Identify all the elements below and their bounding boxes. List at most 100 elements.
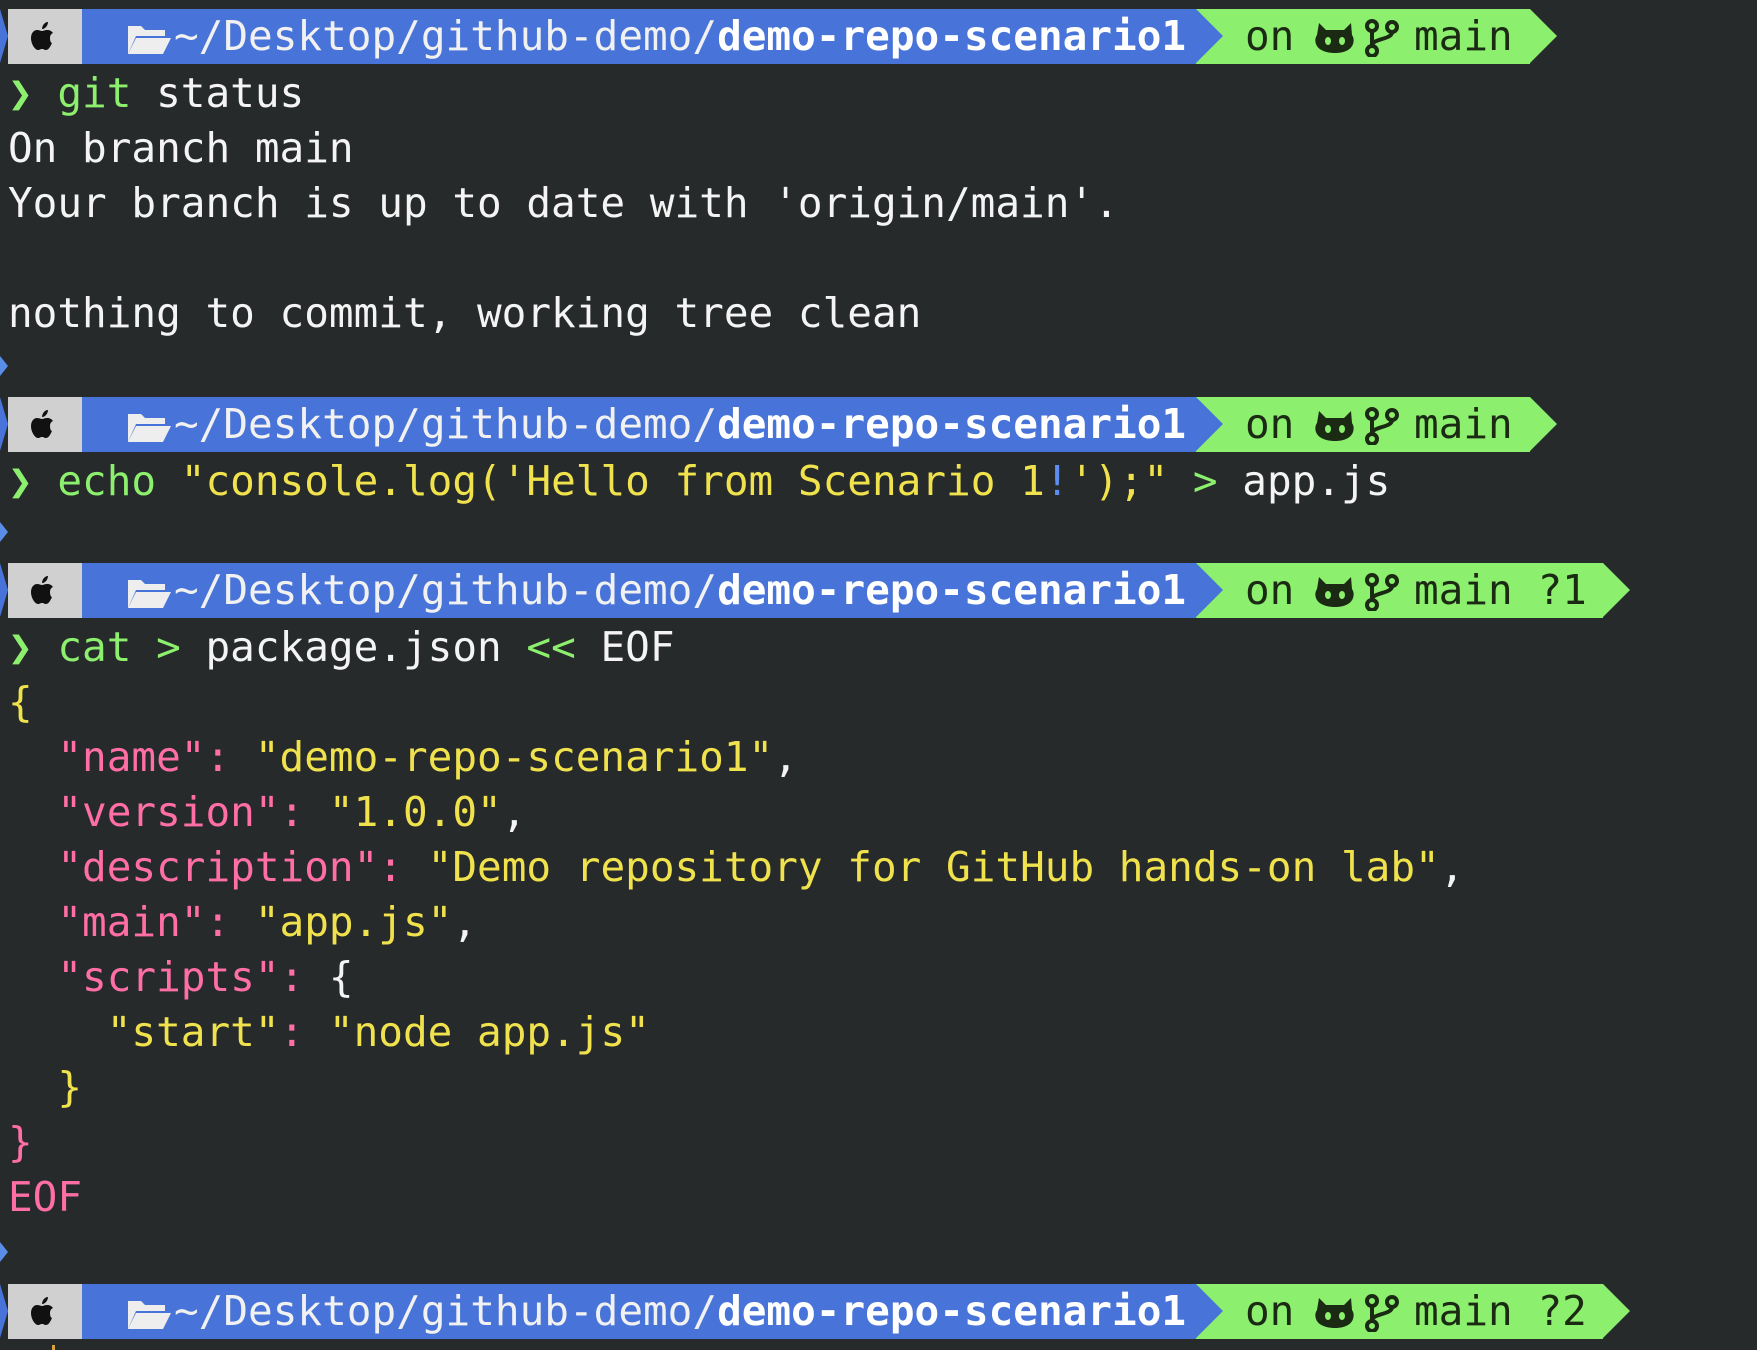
target-file: package.json [180, 623, 502, 671]
prompt-bar: ~/Desktop/github-demo/demo-repo-scenario… [0, 1284, 1757, 1339]
heredoc-line: "version": "1.0.0", [57, 788, 527, 836]
heredoc-line: "name": "demo-repo-scenario1", [57, 733, 798, 781]
directory-path: ~/Desktop/github-demo/demo-repo-scenario… [174, 1284, 1186, 1339]
heredoc-operator: << [501, 623, 576, 671]
directory-prefix: ~/Desktop/github-demo/ [174, 12, 718, 60]
github-cat-icon [1315, 1298, 1354, 1328]
json-value: "Demo repository for GitHub hands-on lab… [427, 843, 1440, 891]
prompt-chevron: ❯ [8, 457, 33, 505]
apple-icon [31, 576, 53, 604]
directory-segment-tip [1196, 563, 1223, 617]
terminal-cursor[interactable] [52, 1345, 55, 1350]
output-line: On branch main [8, 124, 354, 172]
apple-icon [31, 1297, 53, 1325]
directory-path: ~/Desktop/github-demo/demo-repo-scenario… [174, 397, 1186, 452]
command-string-bang: ! [1044, 457, 1070, 505]
prompt-bar: ~/Desktop/github-demo/demo-repo-scenario… [0, 397, 1757, 452]
heredoc-delimiter: EOF [8, 1173, 83, 1221]
heredoc-line: { [8, 675, 33, 730]
folder-open-icon [128, 1301, 171, 1329]
redirect-operator: > [131, 623, 181, 671]
json-key: "version" [57, 788, 280, 836]
git-segment-tip [1530, 9, 1557, 63]
git-branch-icon [1365, 573, 1399, 611]
heredoc-line: "scripts": { [57, 953, 354, 1001]
git-branch-name: main ?1 [1414, 563, 1587, 618]
apple-icon [31, 22, 53, 50]
json-value: "node app.js" [328, 1008, 650, 1056]
prompt-chevron: ❯ [8, 69, 33, 117]
json-key: "name" [57, 733, 206, 781]
target-file: app.js [1217, 457, 1391, 505]
directory-repo: demo-repo-scenario1 [717, 12, 1187, 60]
git-branch-icon [1365, 19, 1399, 57]
git-on-label: on [1245, 566, 1295, 614]
prompt-bar: ~/Desktop/github-demo/demo-repo-scenario… [0, 9, 1757, 64]
segment-edge [0, 397, 8, 451]
command-args: status [131, 69, 305, 117]
command-name: echo [57, 457, 157, 505]
directory-prefix: ~/Desktop/github-demo/ [174, 400, 718, 448]
json-brace: { [328, 953, 354, 1001]
directory-path: ~/Desktop/github-demo/demo-repo-scenario… [174, 9, 1186, 64]
redirect-operator: > [1168, 457, 1218, 505]
folder-open-icon [128, 580, 171, 608]
git-on-label: on [1245, 400, 1295, 448]
heredoc-line: } [8, 1115, 33, 1170]
command-line: ❯ git status [8, 66, 304, 121]
github-cat-icon [1315, 23, 1354, 53]
command-line: ❯ echo "console.log('Hello from Scenario… [8, 454, 1390, 509]
git-segment-tip [1603, 1284, 1630, 1338]
json-key: "main" [57, 898, 206, 946]
directory-segment-tip [1196, 1284, 1223, 1338]
git-on-label: on [1245, 1287, 1295, 1335]
json-key: "start" [106, 1008, 280, 1056]
prompt-chevron: ❯ [8, 623, 33, 671]
json-brace: } [57, 1063, 83, 1111]
untracked-count: ?2 [1537, 1287, 1587, 1335]
git-branch-name: main [1414, 400, 1513, 448]
prompt-bar: ~/Desktop/github-demo/demo-repo-scenario… [0, 563, 1757, 618]
branch-label: main [1414, 566, 1513, 614]
untracked-count: ?1 [1537, 566, 1587, 614]
heredoc-delimiter: EOF [575, 623, 675, 671]
folder-open-icon [128, 26, 171, 54]
branch-label: main [1414, 1287, 1513, 1335]
heredoc-line: } [8, 1060, 82, 1115]
github-cat-icon [1315, 577, 1354, 607]
output-line: nothing to commit, working tree clean [8, 289, 922, 337]
git-segment-tip [1603, 563, 1630, 617]
prompt-marker [0, 356, 8, 376]
git-branch-name: main ?2 [1414, 1284, 1587, 1339]
apple-icon [31, 410, 53, 438]
directory-repo: demo-repo-scenario1 [717, 566, 1187, 614]
prompt-marker [0, 1242, 8, 1262]
directory-segment-tip [1196, 397, 1223, 451]
command-name: cat [57, 623, 132, 671]
json-value: "app.js" [254, 898, 453, 946]
json-value: "demo-repo-scenario1" [254, 733, 774, 781]
heredoc-line: "description": "Demo repository for GitH… [57, 843, 1465, 891]
segment-edge [0, 9, 8, 63]
json-key: "scripts" [57, 953, 280, 1001]
directory-path: ~/Desktop/github-demo/demo-repo-scenario… [174, 563, 1186, 618]
heredoc-line: "start": "node app.js" [106, 1008, 650, 1056]
github-cat-icon [1315, 411, 1354, 441]
json-key: "description" [57, 843, 379, 891]
directory-repo: demo-repo-scenario1 [717, 400, 1187, 448]
json-brace: { [8, 678, 33, 726]
segment-edge [0, 1284, 8, 1338]
command-line: ❯ cat > package.json << EOF [8, 620, 675, 675]
git-branch-icon [1365, 1294, 1399, 1332]
directory-prefix: ~/Desktop/github-demo/ [174, 1287, 718, 1335]
directory-repo: demo-repo-scenario1 [717, 1287, 1187, 1335]
heredoc-line: "main": "app.js", [57, 898, 478, 946]
folder-open-icon [128, 414, 171, 442]
output-line: Your branch is up to date with 'origin/m… [8, 179, 1119, 227]
prompt-marker [0, 522, 8, 542]
git-branch-icon [1365, 407, 1399, 445]
git-branch-name: main [1414, 12, 1513, 60]
git-segment-tip [1530, 397, 1557, 451]
git-on-label: on [1245, 12, 1295, 60]
segment-edge [0, 563, 8, 617]
